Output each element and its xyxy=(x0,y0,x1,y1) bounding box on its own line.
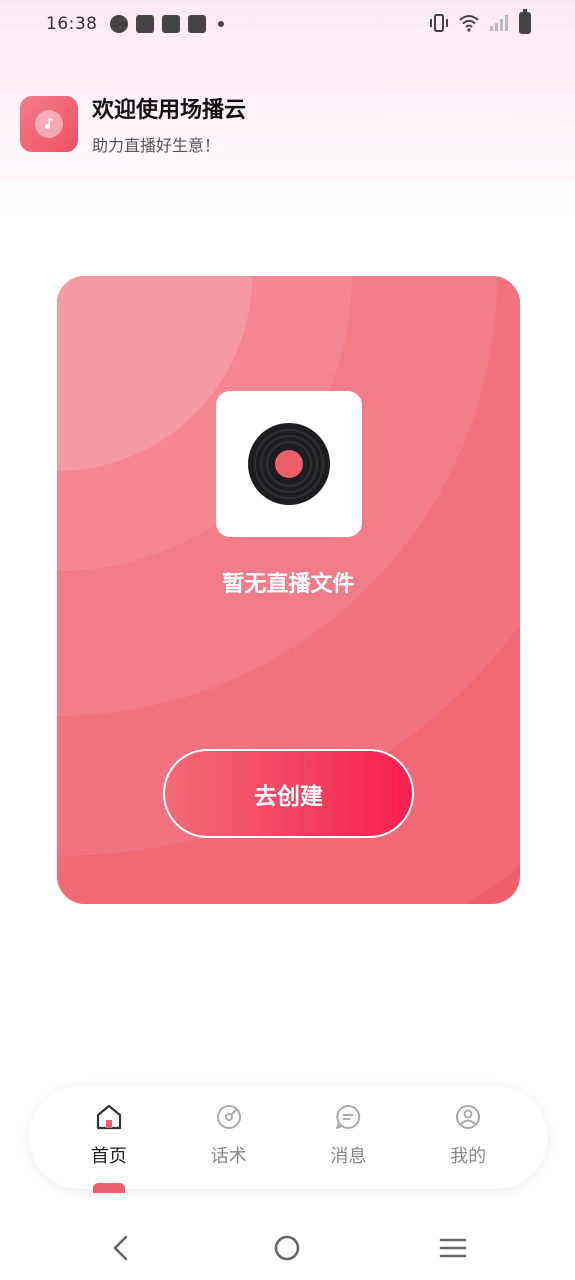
signal-icon xyxy=(490,15,508,31)
system-navigation-bar xyxy=(0,1220,575,1280)
script-icon xyxy=(216,1105,241,1129)
tab-messages-label: 消息 xyxy=(330,1146,367,1167)
app-title: 欢迎使用场播云 xyxy=(92,98,247,123)
vinyl-record-icon xyxy=(216,391,362,537)
app-header: 欢迎使用场播云 助力直播好生意！ xyxy=(20,92,246,156)
empty-state-text: 暂无直播文件 xyxy=(222,572,355,597)
menu-button[interactable] xyxy=(433,1228,473,1268)
menu-icon xyxy=(439,1238,467,1258)
tab-script-label: 话术 xyxy=(210,1146,247,1167)
tab-profile[interactable]: 我的 xyxy=(418,1102,518,1168)
more-notifications-dot xyxy=(217,21,224,27)
status-bar: 16:38 xyxy=(0,0,575,48)
create-button[interactable]: 去创建 xyxy=(163,749,414,838)
message-icon xyxy=(336,1104,361,1129)
home-button[interactable] xyxy=(267,1228,307,1268)
tab-messages[interactable]: 消息 xyxy=(298,1102,398,1168)
home-circle-icon xyxy=(274,1235,300,1261)
shop-bag-icon xyxy=(187,15,206,33)
app-subtitle: 助力直播好生意！ xyxy=(92,136,221,155)
home-icon xyxy=(96,1104,121,1130)
tab-home[interactable]: 首页 xyxy=(59,1102,159,1193)
vibrate-icon xyxy=(430,14,448,32)
tab-profile-label: 我的 xyxy=(450,1146,487,1167)
back-arrow-icon xyxy=(113,1235,128,1261)
music-note-icon xyxy=(45,118,53,129)
profile-icon xyxy=(456,1105,481,1129)
bottom-tab-bar: 首页 话术 消息 我的 xyxy=(29,1086,548,1193)
app-logo xyxy=(20,96,78,152)
battery-icon xyxy=(519,9,531,34)
shop-bag-icon xyxy=(135,15,154,33)
shop-bag-icon xyxy=(161,15,180,33)
tab-script[interactable]: 话术 xyxy=(179,1102,279,1168)
speed-icon xyxy=(109,15,128,33)
status-time: 16:38 xyxy=(46,14,98,34)
empty-state-card: 暂无直播文件 去创建 xyxy=(57,276,520,904)
active-tab-indicator xyxy=(92,1183,125,1193)
tab-home-label: 首页 xyxy=(90,1146,127,1167)
back-button[interactable] xyxy=(101,1228,141,1268)
wifi-icon xyxy=(459,15,479,32)
